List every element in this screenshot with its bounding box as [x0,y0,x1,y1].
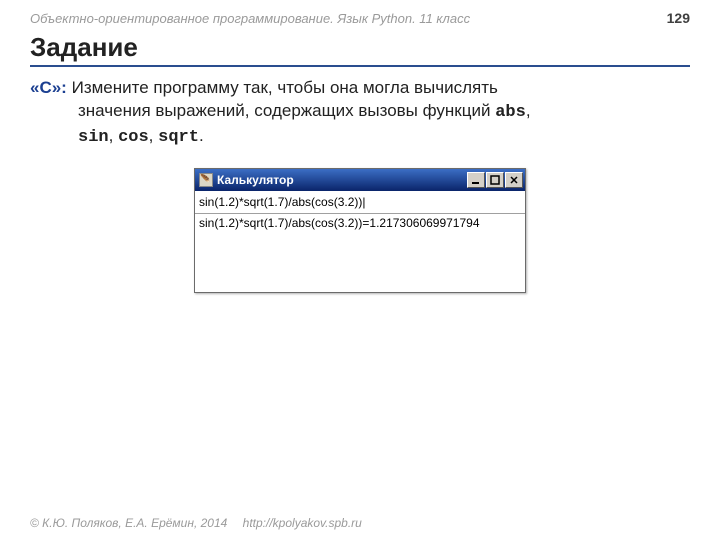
task-text-1: Измените программу так, чтобы она могла … [72,78,498,97]
minimize-button[interactable] [467,172,485,188]
page-number: 129 [667,10,690,26]
task-text-2e: . [199,126,204,145]
task-text-2d: , [149,126,158,145]
slide-header: Объектно-ориентированное программировани… [30,10,690,26]
close-icon [509,175,519,185]
task-text-2b: , [526,101,531,120]
slide: Объектно-ориентированное программировани… [0,0,720,540]
result-output: sin(1.2)*sqrt(1.7)/abs(cos(3.2))=1.21730… [195,214,525,292]
task-text-2a: значения выражений, содержащих вызовы фу… [78,101,495,120]
func-cos: cos [118,128,149,147]
maximize-button[interactable] [486,172,504,188]
func-abs: abs [495,103,526,122]
expression-input-row [195,191,525,214]
footer-url: http://kpolyakov.spb.ru [243,516,362,530]
close-button[interactable] [505,172,523,188]
slide-footer: © К.Ю. Поляков, Е.А. Ерёмин, 2014 http:/… [30,516,362,530]
course-title: Объектно-ориентированное программировани… [30,11,470,26]
window-titlebar[interactable]: 🪶 Калькулятор [195,169,525,191]
task-body: «C»: Измените программу так, чтобы она м… [30,77,690,150]
maximize-icon [490,175,500,185]
task-text-2c: , [109,126,118,145]
task-text-indent: значения выражений, содержащих вызовы фу… [30,100,690,150]
minimize-icon [471,175,481,185]
func-sqrt: sqrt [158,128,199,147]
expression-input[interactable] [199,195,521,209]
window-title: Калькулятор [217,173,467,187]
slide-title: Задание [30,32,690,67]
app-icon: 🪶 [199,173,213,187]
footer-copyright: © К.Ю. Поляков, Е.А. Ерёмин, 2014 [30,516,227,530]
task-level: «C»: [30,78,67,97]
result-text: sin(1.2)*sqrt(1.7)/abs(cos(3.2))=1.21730… [199,216,480,230]
func-sin: sin [78,128,109,147]
app-window: 🪶 Калькулятор sin(1.2)*sqrt(1.7)/abs(cos… [194,168,526,293]
window-buttons [467,172,523,188]
